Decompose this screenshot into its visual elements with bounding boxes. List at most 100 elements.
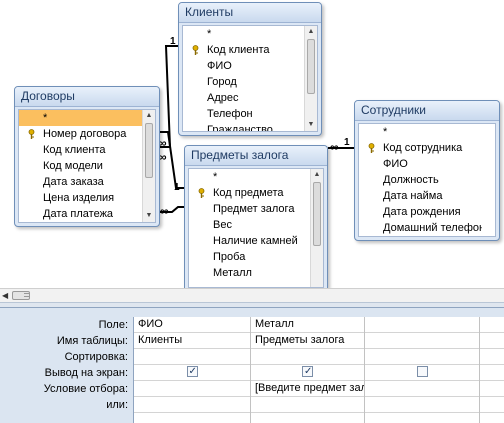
field-item[interactable]: * — [189, 169, 310, 185]
show-cell — [365, 365, 479, 381]
field-item[interactable]: * — [183, 26, 304, 42]
scroll-down-icon[interactable]: ▼ — [143, 210, 155, 222]
field-item-key[interactable]: Код клиента — [183, 42, 304, 58]
field-item-selected[interactable]: * — [19, 110, 142, 126]
row-label-table: Имя таблицы: — [56, 335, 128, 347]
scroll-up-icon[interactable]: ▲ — [311, 169, 323, 181]
scroll-down-icon[interactable]: ▼ — [305, 119, 317, 131]
criteria-cell[interactable] — [134, 381, 250, 397]
field-item[interactable]: Металл — [189, 265, 310, 281]
table-cell[interactable] — [365, 333, 479, 349]
show-cell — [134, 365, 250, 381]
scroll-up-icon[interactable]: ▲ — [305, 26, 317, 38]
field-item[interactable]: Проба — [189, 249, 310, 265]
field-list: * Код предмета Предмет залога Вес Наличи… — [189, 169, 310, 287]
vertical-scrollbar[interactable]: ▲ ▼ — [304, 26, 317, 131]
field-cell[interactable]: ФИО — [134, 317, 250, 333]
sort-cell[interactable] — [134, 349, 250, 365]
scroll-thumb[interactable] — [145, 123, 153, 178]
field-item[interactable]: Дата рождения — [359, 204, 482, 220]
table-title[interactable]: Клиенты — [179, 3, 321, 23]
table-cell[interactable] — [480, 333, 504, 349]
or-cell[interactable] — [134, 397, 250, 413]
field-item[interactable]: Должность — [359, 172, 482, 188]
field-item[interactable]: Дата найма — [359, 188, 482, 204]
vertical-scrollbar[interactable]: ▲ ▼ — [142, 110, 155, 222]
row-label-sort: Сортировка: — [64, 351, 128, 363]
key-icon — [368, 143, 375, 153]
table-employees[interactable]: Сотрудники * Код сотрудника ФИО Должност… — [354, 100, 500, 241]
field-item[interactable]: Домашний телефон — [359, 220, 482, 236]
field-item[interactable]: Предмет залога — [189, 201, 310, 217]
table-clients[interactable]: Клиенты * Код клиента ФИО Город Адрес Те… — [178, 2, 322, 136]
or-cell[interactable] — [365, 397, 479, 413]
field-item-key[interactable]: Код предмета — [189, 185, 310, 201]
show-checkbox[interactable] — [186, 365, 198, 379]
grid-column-1[interactable]: ФИО Клиенты — [134, 317, 251, 423]
query-grid: ФИО Клиенты Металл Предметы залога [Введ… — [133, 317, 504, 423]
or-cell[interactable] — [480, 397, 504, 413]
row-label-field: Поле: — [98, 319, 128, 331]
scroll-up-icon[interactable]: ▲ — [143, 110, 155, 122]
field-item[interactable]: Дата заказа — [19, 174, 142, 190]
field-cell[interactable] — [480, 317, 504, 333]
grid-column-3[interactable] — [365, 317, 480, 423]
field-list: * Номер договора Код клиента Код модели … — [19, 110, 142, 222]
field-item[interactable]: Адрес — [183, 90, 304, 106]
field-item[interactable]: Код модели — [19, 158, 142, 174]
key-icon — [198, 188, 205, 198]
row-labels: Поле: Имя таблицы: Сортировка: Вывод на … — [0, 317, 133, 413]
show-cell[interactable] — [480, 365, 504, 381]
horizontal-scrollbar[interactable]: ◀ — [0, 288, 504, 302]
table-collateral[interactable]: Предметы залога * Код предмета Предмет з… — [184, 145, 328, 288]
table-diagram-pane[interactable]: 1 ∞ ∞ 1 ∞ ∞ 1 Клиенты * Код клиента ФИО … — [0, 0, 504, 288]
table-cell[interactable]: Предметы залога — [251, 333, 364, 349]
table-cell[interactable]: Клиенты — [134, 333, 250, 349]
show-checkbox[interactable] — [416, 366, 428, 378]
field-item[interactable]: ФИО — [359, 156, 482, 172]
criteria-cell[interactable] — [365, 381, 479, 397]
field-item[interactable]: Код клиента — [19, 142, 142, 158]
vertical-scrollbar[interactable]: ▲ — [310, 169, 323, 287]
sort-cell[interactable] — [365, 349, 479, 365]
join-many-label: ∞ — [330, 140, 339, 154]
sort-cell[interactable] — [480, 349, 504, 365]
row-label-or: или: — [106, 399, 128, 411]
grip-icon — [24, 293, 30, 297]
show-checkbox[interactable] — [302, 365, 313, 379]
show-cell — [251, 365, 364, 381]
field-item[interactable]: Город — [183, 74, 304, 90]
scroll-left-icon[interactable]: ◀ — [2, 289, 8, 302]
table-contracts[interactable]: Договоры * Номер договора Код клиента Ко… — [14, 86, 160, 227]
field-label: Код предмета — [213, 187, 284, 199]
table-title[interactable]: Сотрудники — [355, 101, 499, 121]
table-title[interactable]: Предметы залога — [185, 146, 327, 166]
field-item-key[interactable]: Номер договора — [19, 126, 142, 142]
table-title[interactable]: Договоры — [15, 87, 159, 107]
field-cell[interactable]: Металл — [251, 317, 364, 333]
or-cell[interactable] — [251, 397, 364, 413]
criteria-cell[interactable]: [Введите предмет залога] — [251, 381, 364, 397]
scroll-thumb[interactable] — [307, 39, 315, 94]
scroll-thumb[interactable] — [12, 291, 30, 300]
grid-column-4[interactable] — [480, 317, 504, 423]
field-item[interactable]: Вес — [189, 217, 310, 233]
key-icon — [192, 45, 199, 55]
field-item[interactable]: * — [359, 124, 482, 140]
field-item[interactable]: Телефон — [183, 106, 304, 122]
field-item-key[interactable]: Код сотрудника — [359, 140, 482, 156]
row-label-criteria: Условие отбора: — [43, 383, 128, 395]
field-label: Номер договора — [43, 128, 127, 140]
criteria-cell[interactable] — [480, 381, 504, 397]
field-cell[interactable] — [365, 317, 479, 333]
field-item[interactable]: Наличие камней — [189, 233, 310, 249]
field-item[interactable]: Гражданство — [183, 122, 304, 131]
field-label: Код сотрудника — [383, 142, 463, 154]
query-design-grid-pane: Поле: Имя таблицы: Сортировка: Вывод на … — [0, 308, 504, 423]
scroll-thumb[interactable] — [313, 182, 321, 246]
field-item[interactable]: ФИО — [183, 58, 304, 74]
grid-column-2[interactable]: Металл Предметы залога [Введите предмет … — [251, 317, 365, 423]
field-item[interactable]: Цена изделия — [19, 190, 142, 206]
sort-cell[interactable] — [251, 349, 364, 365]
field-item[interactable]: Дата платежа — [19, 206, 142, 222]
